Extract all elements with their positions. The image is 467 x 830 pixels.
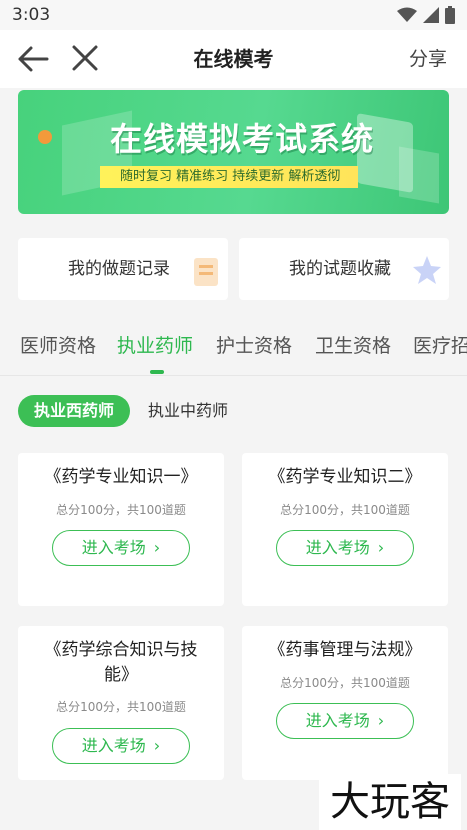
divider: [0, 375, 467, 376]
exam-meta: 总分100分，共100道题: [56, 700, 186, 714]
enter-exam-button[interactable]: 进入考场 ›: [52, 530, 190, 566]
chip-western-pharmacist[interactable]: 执业西药师: [18, 395, 130, 427]
exam-title: 《药事管理与法规》: [268, 640, 422, 660]
exam-meta: 总分100分，共100道题: [280, 503, 410, 517]
wifi-icon: [397, 7, 417, 22]
exam-title: 《药学综合知识与技能》: [44, 640, 198, 685]
back-arrow-icon[interactable]: [16, 44, 50, 74]
category-tabs: 医师资格 执业药师 护士资格 卫生资格 医疗招: [0, 328, 467, 376]
exam-card: 《药事管理与法规》 总分100分，共100道题 进入考场 ›: [242, 626, 448, 780]
main-content: 在线模拟考试系统 随时复习 精准练习 持续更新 解析透彻 我的做题记录 我的试题…: [0, 88, 467, 830]
status-time: 3:03: [12, 5, 51, 25]
exam-card: 《药学专业知识二》 总分100分，共100道题 进入考场 ›: [242, 453, 448, 606]
clipboard-icon: [194, 258, 218, 286]
enter-exam-label: 进入考场: [81, 736, 146, 755]
close-icon[interactable]: [70, 43, 100, 73]
signal-icon: [423, 7, 439, 23]
app-bar: 在线模考 分享: [0, 30, 467, 88]
chevron-right-icon: ›: [153, 736, 161, 755]
banner-subtitle: 随时复习 精准练习 持续更新 解析透彻: [100, 166, 358, 188]
practice-record-link[interactable]: 我的做题记录: [18, 238, 228, 300]
tab-health[interactable]: 卫生资格: [315, 328, 391, 368]
quick-link-label: 我的做题记录: [68, 259, 170, 279]
enter-exam-button[interactable]: 进入考场 ›: [52, 728, 190, 764]
tab-pharmacist[interactable]: 执业药师: [117, 328, 193, 368]
banner-dot-decoration: [38, 130, 52, 144]
chevron-right-icon: ›: [377, 711, 385, 730]
battery-icon: [445, 6, 455, 24]
watermark-logo: 大玩客: [319, 774, 461, 830]
promo-banner[interactable]: 在线模拟考试系统 随时复习 精准练习 持续更新 解析透彻: [18, 90, 449, 214]
star-icon: [413, 256, 441, 284]
chevron-right-icon: ›: [153, 538, 161, 557]
enter-exam-label: 进入考场: [81, 538, 146, 557]
tab-nurse[interactable]: 护士资格: [216, 328, 292, 368]
banner-screen-decoration: [399, 146, 439, 204]
share-button[interactable]: 分享: [409, 30, 447, 88]
enter-exam-button[interactable]: 进入考场 ›: [276, 703, 414, 739]
enter-exam-label: 进入考场: [305, 711, 370, 730]
status-icons: [397, 6, 455, 24]
exam-meta: 总分100分，共100道题: [56, 503, 186, 517]
favorite-questions-link[interactable]: 我的试题收藏: [239, 238, 449, 300]
tab-medical-recruit[interactable]: 医疗招: [413, 328, 467, 368]
enter-exam-button[interactable]: 进入考场 ›: [276, 530, 414, 566]
exam-title: 《药学专业知识一》: [44, 467, 198, 487]
active-tab-indicator: [150, 370, 164, 374]
status-bar: 3:03: [0, 0, 467, 30]
chevron-right-icon: ›: [377, 538, 385, 557]
exam-title: 《药学专业知识二》: [268, 467, 422, 487]
exam-card: 《药学专业知识一》 总分100分，共100道题 进入考场 ›: [18, 453, 224, 606]
banner-title: 在线模拟考试系统: [110, 120, 375, 158]
chip-chinese-pharmacist[interactable]: 执业中药师: [148, 395, 228, 427]
exam-meta: 总分100分，共100道题: [280, 676, 410, 690]
quick-link-label: 我的试题收藏: [289, 259, 391, 279]
enter-exam-label: 进入考场: [305, 538, 370, 557]
tab-physician[interactable]: 医师资格: [20, 328, 96, 368]
exam-card: 《药学综合知识与技能》 总分100分，共100道题 进入考场 ›: [18, 626, 224, 780]
